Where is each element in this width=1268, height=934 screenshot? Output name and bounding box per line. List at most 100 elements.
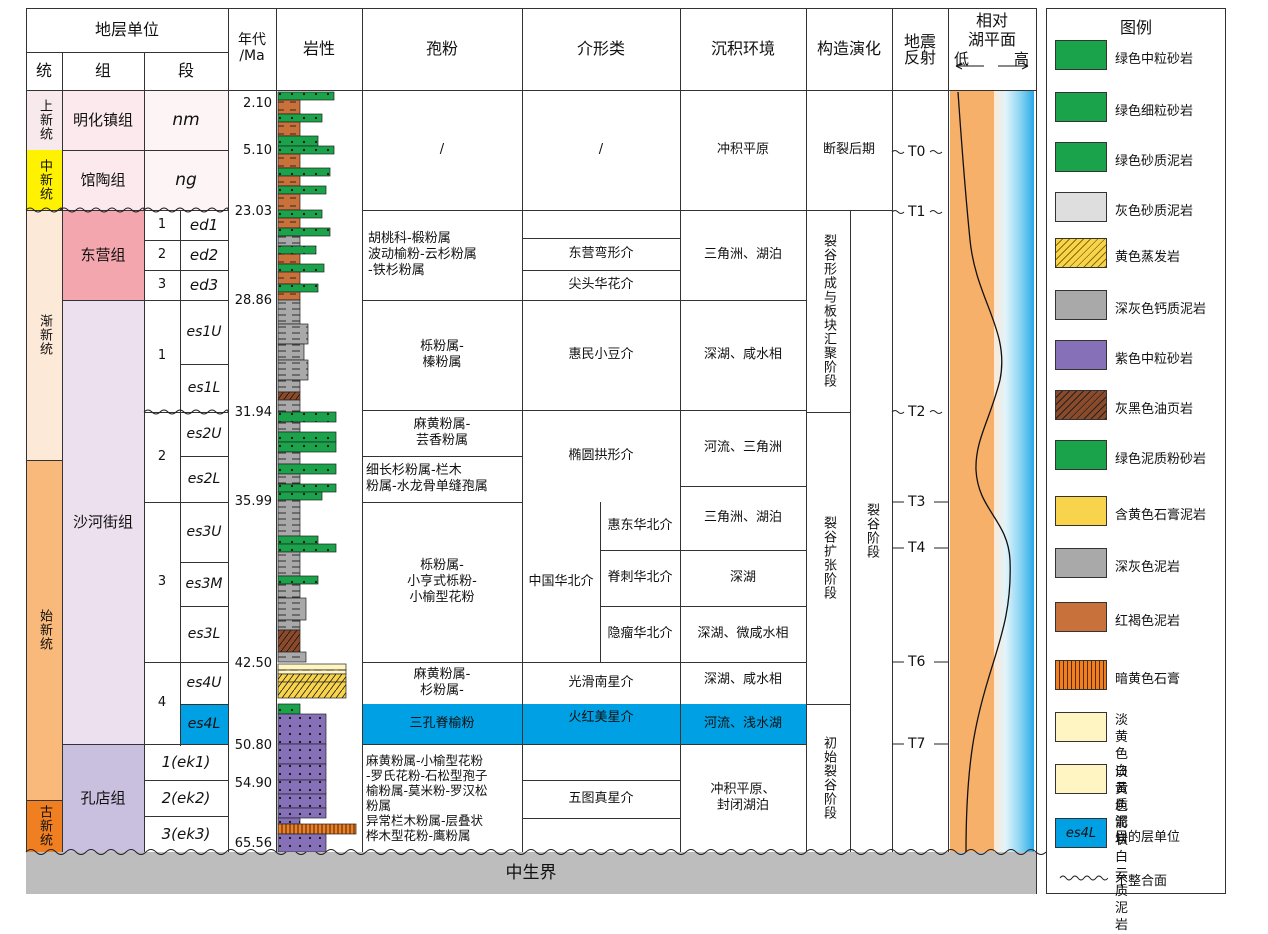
environment-es4u: 深湖、咸水相 [703,672,782,687]
legend-title: 图例 [1119,18,1152,37]
seismic-t3: T3 [908,494,926,510]
seismic-t1: T1 [908,204,926,220]
sporopollen-es4l: 三孔脊榆粉 [409,716,475,731]
series-oligocene: 渐新统 [37,314,52,356]
sporopollen-kongdian: 麻黄粉属-小榆型花粉 -罗氏花粉-石松型孢子 榆粉属-莫米粉-罗汉松 粉属 异常… [366,753,488,843]
member-ed3: ed3 [189,276,219,294]
header-member: 段 [177,61,194,80]
seismic-t7: T7 [908,736,926,752]
age-label: 5.10 [243,143,272,158]
header-age-line1: 年代 [238,32,266,48]
tectonics-rift-convergence: 裂谷形成与板块汇聚阶段 [821,234,836,388]
age-label: 65.56 [234,836,272,851]
header-tectonics: 构造演化 [816,39,881,58]
series-eocene: 始新统 [37,609,52,651]
ostracod-neogene: / [598,142,604,157]
sporopollen-neogene: / [439,142,445,157]
sporopollen-es2l: 细长杉粉属-栏木 粉属-水龙骨单缝孢属 [366,463,488,494]
age-label: 28.86 [234,293,272,308]
member-es-num-1: 1 [157,348,167,363]
ostracod-es4l: 火红美星介 [568,710,634,725]
ostracod-es1: 惠民小豆介 [568,347,634,362]
ostracod-ed2: 东营弯形介 [568,246,634,261]
formation-kongdian: 孔店组 [80,789,126,807]
ostracod-es3-m: 脊刺华北介 [607,570,673,585]
legend-unconformity-label: 不整合面 [1115,874,1168,889]
tectonics-post-rift: 断裂后期 [822,142,875,157]
environment-neogene: 冲积平原 [716,142,769,157]
formation-shahejie: 沙河街组 [72,513,133,531]
header-seismic-line2: 反射 [903,48,936,67]
environment-kongdian: 冲积平原、 封闭湖泊 [710,782,776,813]
header-formation: 组 [94,61,111,80]
member-es-num-2: 2 [157,449,167,464]
series-pliocene: 上新统 [37,99,52,141]
header-ostracod: 介形类 [576,39,625,58]
sporopollen-es3: 栎粉属- 小亨式栎粉- 小榆型花粉 [407,558,477,605]
environment-es4l: 河流、浅水湖 [703,716,782,731]
header-stratigraphic-unit: 地层单位 [94,20,159,39]
legend-target-swatch: es4L [1055,818,1107,848]
sporopollen-es4u: 麻黄粉属- 杉粉属- [413,667,471,698]
environment-es3u: 三角洲、湖泊 [703,510,782,525]
seismic-t2: T2 [908,404,926,420]
ostracod-es3-l: 隐瘤华北介 [607,626,673,641]
member-ed-num-3: 3 [157,277,167,292]
member-es3l: es3L [187,626,221,642]
tectonics-initial-rift: 初始裂谷阶段 [821,736,836,820]
header-sporopollen: 孢粉 [425,39,458,58]
header-age: 年代 /Ma [228,26,276,70]
member-ed1: ed1 [189,216,219,234]
ostracod-es4u: 光滑南星介 [568,675,634,690]
tectonics-rift: 裂谷阶段 [864,503,879,559]
member-es3m: es3M [185,576,223,592]
member-es4l: es4L [187,716,221,732]
member-es3u: es3U [186,524,222,540]
header-lithology: 岩性 [302,39,335,58]
age-label: 31.94 [234,405,272,420]
member-ek2: 2(ek2) [161,789,211,807]
formation-minghuazhen: 明化镇组 [72,111,133,129]
member-ed2: ed2 [189,246,219,264]
member-ed-num-2: 2 [157,247,167,262]
seismic-t0: T0 [908,144,926,160]
age-label: 54.90 [234,776,272,791]
environment-dongying: 三角洲、湖泊 [703,247,782,262]
tectonics-rift-expansion: 裂谷扩张阶段 [821,516,836,600]
member-ng: ng [175,170,197,190]
ostracod-kongdian: 五图真星介 [568,791,634,806]
ostracod-es3-main: 中国华北介 [528,574,594,589]
sporopollen-es1: 栎粉属- 榛粉属 [420,339,464,370]
seismic-t4: T4 [908,540,926,556]
header-sea-line1: 相对 [975,11,1008,30]
seismic-t6: T6 [908,654,926,670]
member-nm: nm [172,110,200,130]
environment-es2: 河流、三角洲 [703,440,782,455]
member-es-num-3: 3 [157,574,167,589]
age-label: 42.50 [234,656,272,671]
age-label: 35.99 [234,494,272,509]
header-sea-high: 高 [1014,50,1030,68]
member-ed-num-1: 1 [157,217,167,232]
ostracod-es3-u: 惠东华北介 [607,518,673,533]
header-environment: 沉积环境 [710,39,775,58]
ostracod-ed3: 尖头华花介 [568,277,634,292]
member-es-num-4: 4 [157,695,167,710]
lithology-column [277,91,357,852]
formation-guantao: 馆陶组 [80,171,126,189]
header-sea-level: 相对 湖平面 [948,10,1036,50]
member-es4u: es4U [186,675,222,691]
member-es2u: es2U [186,426,222,442]
age-label: 2.10 [243,96,272,111]
header-sea-line2: 湖平面 [967,30,1016,49]
series-miocene: 中新统 [37,159,52,201]
environment-es3m: 深湖 [729,570,756,585]
member-es2l: es2L [187,471,221,487]
header-series: 统 [35,61,52,80]
header-age-line2: /Ma [239,48,265,64]
formation-dongying: 东营组 [80,246,126,264]
environment-es3l: 深湖、微咸水相 [697,626,789,641]
sporopollen-es2u: 麻黄粉属- 芸香粉属 [413,417,471,448]
member-es1l: es1L [187,380,221,396]
header-sea-low: 低 [954,50,970,68]
